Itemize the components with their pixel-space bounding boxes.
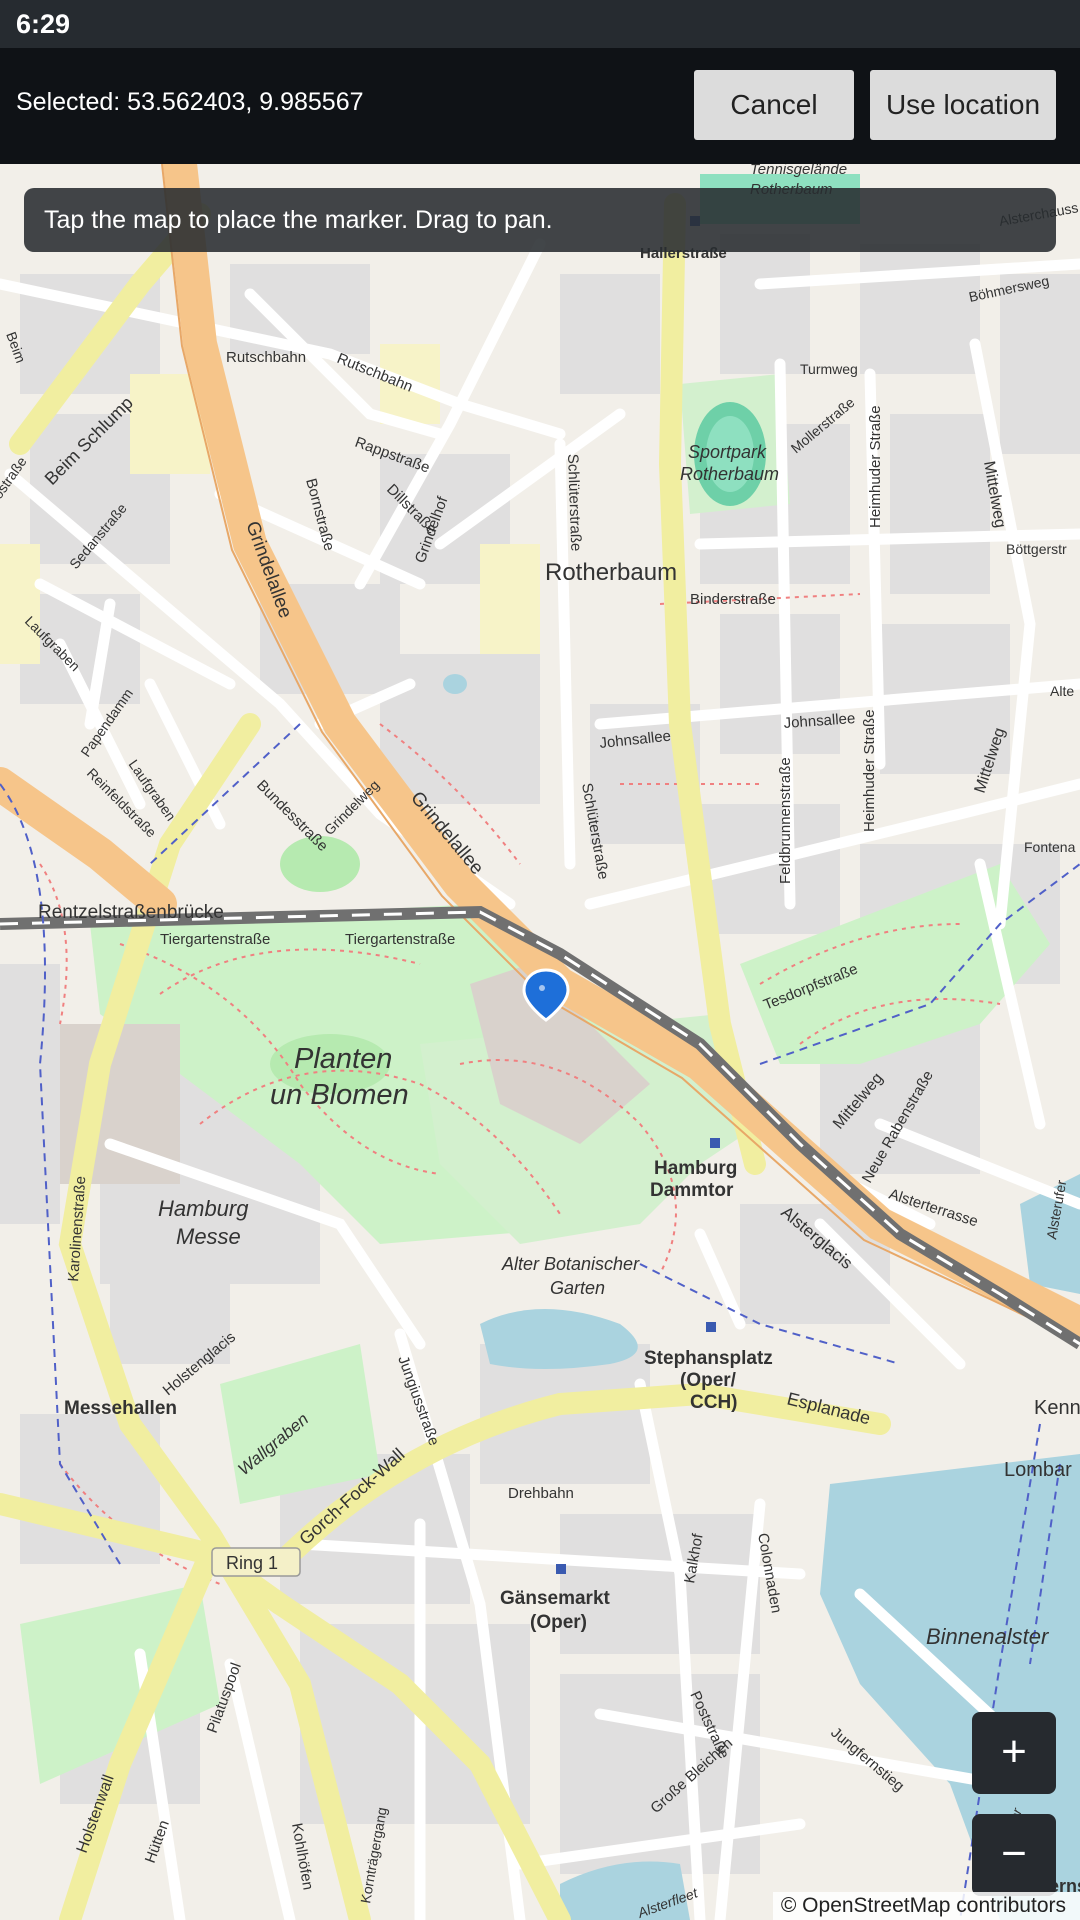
- label-kennedy: Kenn: [1034, 1397, 1080, 1419]
- label-sportpark-rotherbaum: Rotherbaum: [680, 464, 779, 484]
- label-turmweg: Turmweg: [800, 361, 858, 377]
- ring1-shield: Ring 1: [211, 1547, 301, 1577]
- label-tiergartenstrasse: Tiergartenstraße: [160, 931, 270, 948]
- label-messehallen: Messehallen: [64, 1398, 177, 1419]
- label-cch: CCH): [690, 1392, 738, 1413]
- selected-coordinates: Selected: 53.562403, 9.985567: [16, 88, 364, 116]
- map-hint-banner: Tap the map to place the marker. Drag to…: [24, 188, 1056, 252]
- label-rentzelstrasse: Rentzelstraßenbrücke: [38, 902, 224, 923]
- label-planten: Planten: [294, 1043, 392, 1075]
- label-schlueterstrasse: Schlüterstraße: [564, 454, 584, 552]
- label-rotherbaum: Rotherbaum: [545, 559, 677, 586]
- label-stephansplatz: Stephansplatz: [644, 1348, 773, 1369]
- map-attribution[interactable]: © OpenStreetMap contributors: [772, 1892, 1080, 1920]
- label-alter-botanischer: Alter Botanischer: [501, 1254, 640, 1274]
- label-alte: Alte: [1050, 683, 1074, 699]
- label-heimhuder-2: Heimhuder Straße: [861, 709, 878, 832]
- label-dammtor: Dammtor: [650, 1180, 734, 1201]
- use-location-button[interactable]: Use location: [870, 70, 1056, 140]
- status-bar: 6:29: [0, 0, 1080, 48]
- label-tennisgelaende: Tennisgelände: [750, 164, 847, 178]
- label-oper-cch: (Oper/: [680, 1370, 737, 1391]
- label-feldbrunnenstrasse: Feldbrunnenstraße: [777, 757, 794, 884]
- label-un-blomen: un Blomen: [270, 1079, 409, 1111]
- cancel-button[interactable]: Cancel: [694, 70, 854, 140]
- label-fontenay: Fontena: [1024, 839, 1076, 855]
- label-garten: Garten: [550, 1278, 605, 1298]
- map-canvas[interactable]: Rotherbaum Planten un Blomen Hamburg Mes…: [0, 164, 1080, 1920]
- status-time: 6:29: [16, 9, 71, 39]
- label-rutschbahn: Rutschbahn: [226, 349, 306, 366]
- label-tiergartenstrasse-2: Tiergartenstraße: [345, 931, 455, 948]
- label-messe: Messe: [176, 1224, 241, 1249]
- label-lombard: Lombar: [1004, 1459, 1072, 1481]
- top-bar: Selected: 53.562403, 9.985567 Cancel Use…: [0, 48, 1080, 164]
- zoom-out-button[interactable]: −: [972, 1814, 1056, 1896]
- label-heimhuder: Heimhuder Straße: [867, 405, 884, 528]
- label-sportpark: Sportpark: [688, 442, 767, 462]
- zoom-in-button[interactable]: +: [972, 1712, 1056, 1794]
- label-hamburg-dammtor: Hamburg: [654, 1158, 737, 1179]
- label-binnenalster: Binnenalster: [926, 1624, 1050, 1649]
- label-boettgerstrasse: Böttgerstr: [1006, 541, 1067, 557]
- label-hamburg-messe: Hamburg: [158, 1196, 249, 1221]
- map-view[interactable]: Rotherbaum Planten un Blomen Hamburg Mes…: [0, 164, 1080, 1920]
- label-oper: (Oper): [530, 1612, 587, 1633]
- label-ring1: Ring 1: [226, 1553, 278, 1573]
- label-binderstrasse: Binderstraße: [690, 591, 776, 608]
- label-drehbahn: Drehbahn: [508, 1485, 574, 1502]
- label-gaensemarkt: Gänsemarkt: [500, 1588, 611, 1609]
